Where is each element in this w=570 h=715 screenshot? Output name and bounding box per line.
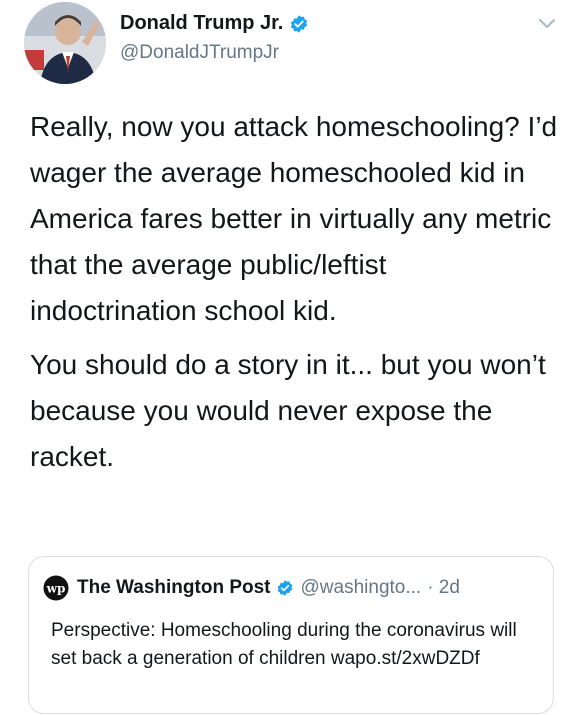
tweet-paragraph: Really, now you attack homeschooling? I’… bbox=[30, 111, 558, 326]
author-avatar[interactable] bbox=[24, 2, 106, 84]
author-handle[interactable]: @DonaldJTrumpJr bbox=[120, 42, 279, 64]
verified-badge-icon bbox=[277, 580, 292, 596]
author-name[interactable]: Donald Trump Jr. bbox=[120, 12, 309, 35]
wp-logo-text: wp bbox=[46, 582, 66, 596]
washington-post-logo: wp bbox=[43, 575, 69, 601]
avatar-photo bbox=[24, 2, 106, 84]
author-name-text: Donald Trump Jr. bbox=[120, 12, 284, 34]
quoted-author-handle[interactable]: @washingto... bbox=[301, 577, 422, 599]
verified-badge-icon bbox=[291, 14, 308, 33]
tweet[interactable]: Donald Trump Jr. @DonaldJTrumpJr Really,… bbox=[0, 0, 570, 715]
tweet-paragraph: You should do a story in it... but you w… bbox=[30, 349, 546, 472]
quoted-tweet-timestamp[interactable]: · 2d bbox=[427, 577, 460, 599]
chevron-down-icon[interactable] bbox=[538, 18, 556, 30]
quoted-tweet-header: wp The Washington Post @washingto... · 2… bbox=[43, 575, 460, 601]
quoted-tweet-text: Perspective: Homeschooling during the co… bbox=[51, 620, 517, 669]
quoted-tweet-card[interactable]: wp The Washington Post @washingto... · 2… bbox=[28, 556, 554, 714]
quoted-author-name[interactable]: The Washington Post bbox=[77, 577, 271, 599]
tweet-text: Really, now you attack homeschooling? I’… bbox=[30, 104, 560, 480]
